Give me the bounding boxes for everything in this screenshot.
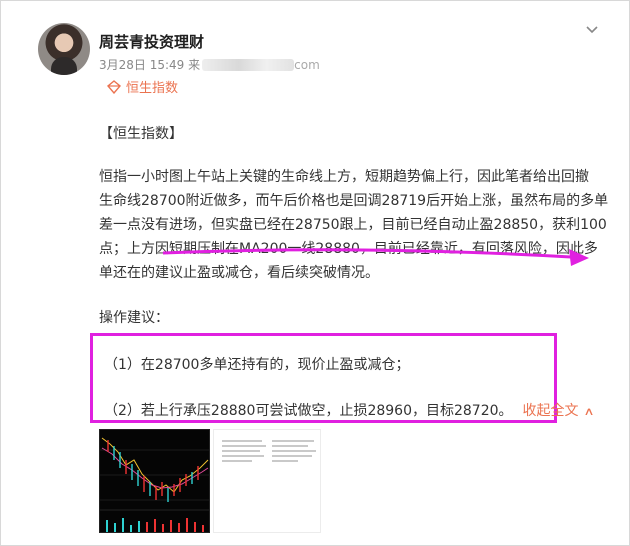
ops-label: 操作建议：	[99, 310, 169, 326]
paragraph-line: 生命线28700附近做多，而午后价格也是回调28719后开始上涨，虽然布局的多单	[99, 193, 609, 209]
user-name[interactable]: 周芸青投资理财	[99, 31, 204, 52]
paragraph-line: 单还在的建议止盈或减仓，看后续突破情况。	[99, 265, 379, 281]
post-time: 3月28日 15:49 来 com	[99, 56, 320, 73]
post-source-tail: com	[294, 58, 320, 72]
chart-image-thumbnail[interactable]	[99, 429, 210, 533]
post-time-text: 3月28日 15:49 来	[99, 58, 201, 72]
diamond-topic-icon	[107, 79, 121, 94]
collapse-label: 收起全文	[522, 403, 579, 419]
topic-tag-label: 恒生指数	[126, 81, 179, 96]
post-heading: 【恒生指数】	[99, 126, 183, 142]
avatar[interactable]	[38, 23, 90, 75]
text-image-thumbnail[interactable]	[213, 429, 321, 533]
topic-tag[interactable]: 恒生指数	[107, 77, 178, 96]
advice-item: （2）若上行承压28880可尝试做空，止损28960，目标28720。	[104, 403, 513, 419]
advice-item: （1）在28700多单还持有的，现价止盈或减仓；	[104, 357, 410, 373]
blurred-source	[202, 58, 295, 71]
chevron-down-icon[interactable]	[585, 23, 599, 37]
advice-item-with-collapse: （2）若上行承压28880可尝试做空，止损28960，目标28720。 收起全文 ∧	[104, 400, 595, 420]
post-card: 周芸青投资理财 3月28日 15:49 来 com 恒生指数 【恒生指数】 恒指一…	[0, 0, 630, 546]
paragraph-line: 恒指一小时图上午站上关键的生命线上方，短期趋势偏上行，因此笔者给出回撤	[99, 169, 589, 185]
post-paragraph: 恒指一小时图上午站上关键的生命线上方，短期趋势偏上行，因此笔者给出回撤 生命线2…	[99, 165, 611, 285]
paragraph-line: 点；上方因短期压制在MA200一线28880，目前已经靠近，有回落风险，因此多	[99, 241, 598, 257]
paragraph-line: 差一点没有进场，但实盘已经在28750跟上，目前已经自动止盈28850，获利10…	[99, 217, 607, 233]
collapse-button[interactable]: 收起全文 ∧	[522, 403, 595, 419]
chevron-up-icon: ∧	[582, 405, 595, 418]
